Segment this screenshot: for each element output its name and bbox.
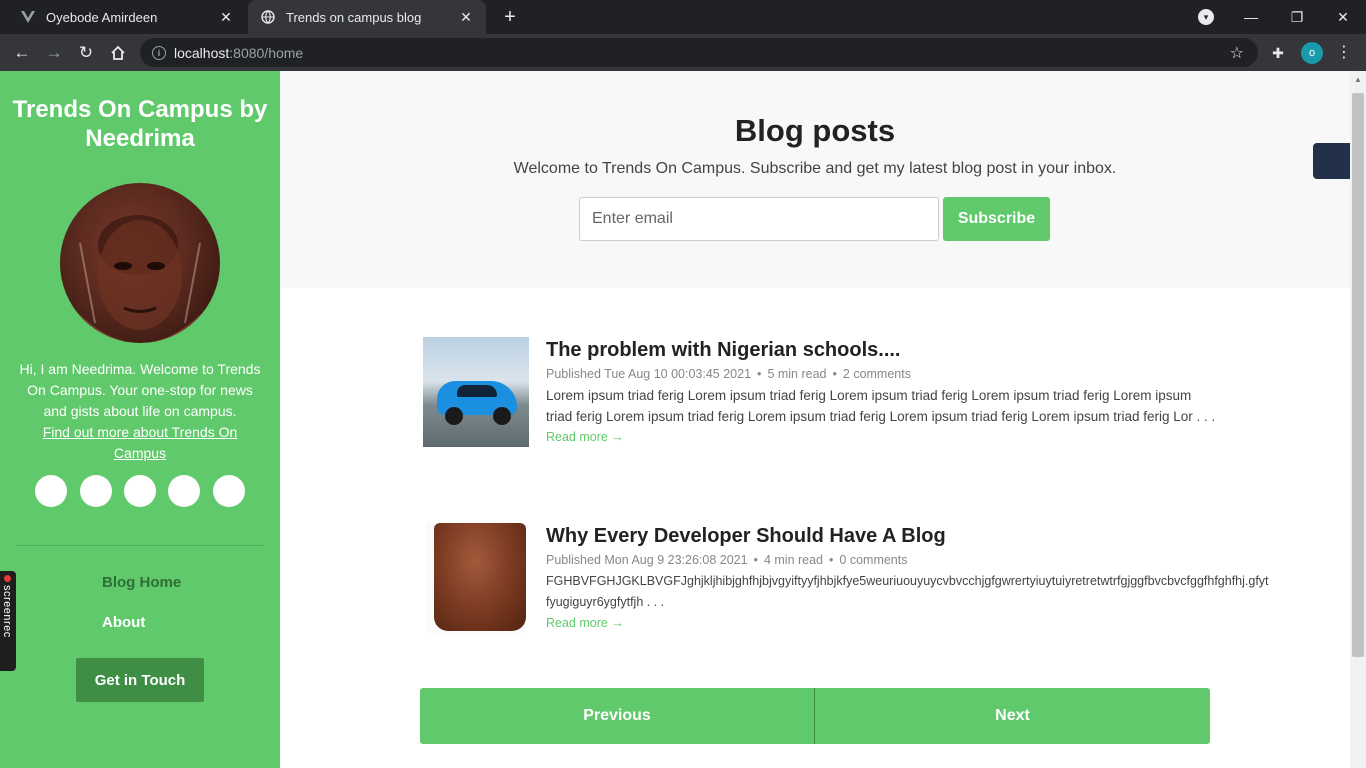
post-date: Published Tue Aug 10 00:03:45 2021 — [546, 367, 752, 381]
record-dot-icon — [4, 575, 11, 582]
post-thumbnail[interactable] — [423, 337, 529, 447]
tab-title: Oyebode Amirdeen — [46, 9, 158, 25]
tab-trends-blog[interactable]: Trends on campus blog ✕ — [248, 0, 486, 34]
new-tab-icon[interactable]: + — [498, 5, 522, 29]
post-read-time: 4 min read — [763, 553, 824, 567]
social-icon-2[interactable] — [80, 475, 112, 507]
car-image — [423, 337, 529, 447]
url-path: :8080/home — [229, 44, 304, 61]
minimize-icon[interactable]: — — [1228, 0, 1274, 34]
post-read-time: 5 min read — [767, 367, 827, 381]
profile-photo — [60, 183, 220, 343]
read-more-link[interactable]: Read more → — [546, 430, 624, 444]
social-links — [35, 475, 247, 507]
post-excerpt: FGHBVFGHJGKLBVGFJghjkljhibjghfhjbjvgyift… — [546, 574, 1269, 609]
page-viewport: Trends On Campus by Needrima Hi, I am Ne… — [0, 71, 1366, 768]
about-link[interactable]: Find out more about Trends On Campus — [43, 424, 238, 461]
forward-icon[interactable]: → — [40, 39, 68, 67]
subscribe-button[interactable]: Subscribe — [943, 197, 1050, 241]
previous-button[interactable]: Previous — [420, 688, 815, 744]
next-button[interactable]: Next — [815, 688, 1210, 744]
home-icon[interactable] — [104, 39, 132, 67]
pagination: Previous Next — [420, 688, 1210, 744]
reload-icon[interactable]: ↻ — [72, 39, 100, 67]
post-meta: Published Mon Aug 9 23:26:08 2021 • 4 min … — [546, 553, 908, 567]
url-host: localhost — [174, 44, 230, 61]
site-info-icon[interactable]: i — [152, 45, 166, 60]
menu-kebab-icon[interactable]: ⋮ — [1336, 42, 1352, 62]
floating-side-tab[interactable] — [1313, 143, 1353, 179]
get-in-touch-button[interactable]: Get in Touch — [76, 658, 204, 702]
social-icon-5[interactable] — [213, 475, 245, 507]
tab-search-icon[interactable]: ▾ — [1198, 9, 1214, 25]
page-scrollbar[interactable]: ▲ — [1350, 71, 1366, 768]
post-comments[interactable]: 2 comments — [843, 367, 911, 381]
social-icon-1[interactable] — [35, 475, 67, 507]
close-icon[interactable]: ✕ — [458, 9, 474, 25]
cake-image — [426, 523, 526, 633]
site-title: Trends On Campus by Needrima — [12, 96, 268, 152]
sidebar-item-about[interactable]: About — [102, 614, 145, 631]
post-title[interactable]: Why Every Developer Should Have A Blog — [546, 523, 1356, 549]
tab-oyebode[interactable]: Oyebode Amirdeen ✕ — [8, 0, 246, 34]
author-bio: Hi, I am Needrima. Welcome to Trends On … — [16, 359, 264, 464]
sidebar: Trends On Campus by Needrima Hi, I am Ne… — [0, 71, 280, 768]
post-meta: Published Tue Aug 10 00:03:45 2021 • 5 min… — [546, 367, 911, 381]
bio-text: Hi, I am Needrima. Welcome to Trends On … — [19, 361, 261, 419]
profile-avatar[interactable]: o — [1301, 42, 1323, 64]
read-more-link[interactable]: Read more → — [546, 616, 624, 630]
scroll-up-icon[interactable]: ▲ — [1354, 75, 1362, 84]
social-icon-4[interactable] — [168, 475, 200, 507]
vue-icon — [20, 9, 36, 25]
restore-icon[interactable]: ❐ — [1274, 0, 1320, 34]
scrollbar-thumb[interactable] — [1352, 93, 1364, 657]
post-date: Published Mon Aug 9 23:26:08 2021 — [546, 553, 748, 567]
globe-icon — [260, 9, 276, 25]
post-body: Why Every Developer Should Have A Blog P… — [546, 523, 1356, 632]
tab-title: Trends on campus blog — [286, 9, 422, 25]
social-icon-3[interactable] — [124, 475, 156, 507]
extensions-icon[interactable]: ✚ — [1268, 43, 1288, 63]
back-icon[interactable]: ← — [8, 39, 36, 67]
browser-tab-bar: Oyebode Amirdeen ✕ Trends on campus blog… — [0, 0, 1366, 34]
post-thumbnail[interactable] — [426, 523, 526, 633]
address-bar[interactable]: i localhost:8080/home ☆ — [140, 38, 1258, 67]
hero-subtitle: Welcome to Trends On Campus. Subscribe a… — [513, 160, 1117, 177]
post-comments[interactable]: 0 comments — [839, 553, 907, 567]
screenrec-label: screenrec — [1, 585, 13, 638]
post-title[interactable]: The problem with Nigerian schools.... — [546, 337, 1356, 363]
page-title: Blog posts — [734, 113, 896, 148]
browser-toolbar: ← → ↻ i localhost:8080/home ☆ ✚ o ⋮ — [0, 34, 1366, 71]
bookmark-star-icon[interactable]: ☆ — [1230, 43, 1244, 63]
post-body: The problem with Nigerian schools.... Pu… — [546, 337, 1356, 446]
email-field[interactable] — [579, 197, 939, 241]
window-close-icon[interactable]: ✕ — [1320, 0, 1366, 34]
subscribe-hero: Blog posts Welcome to Trends On Campus. … — [280, 71, 1350, 288]
screenrec-widget[interactable]: screenrec — [0, 571, 16, 671]
sidebar-divider — [16, 545, 264, 546]
post-excerpt: Lorem ipsum triad ferig Lorem ipsum tria… — [546, 388, 1216, 424]
close-icon[interactable]: ✕ — [218, 9, 234, 25]
sidebar-item-blog-home[interactable]: Blog Home — [102, 574, 181, 591]
